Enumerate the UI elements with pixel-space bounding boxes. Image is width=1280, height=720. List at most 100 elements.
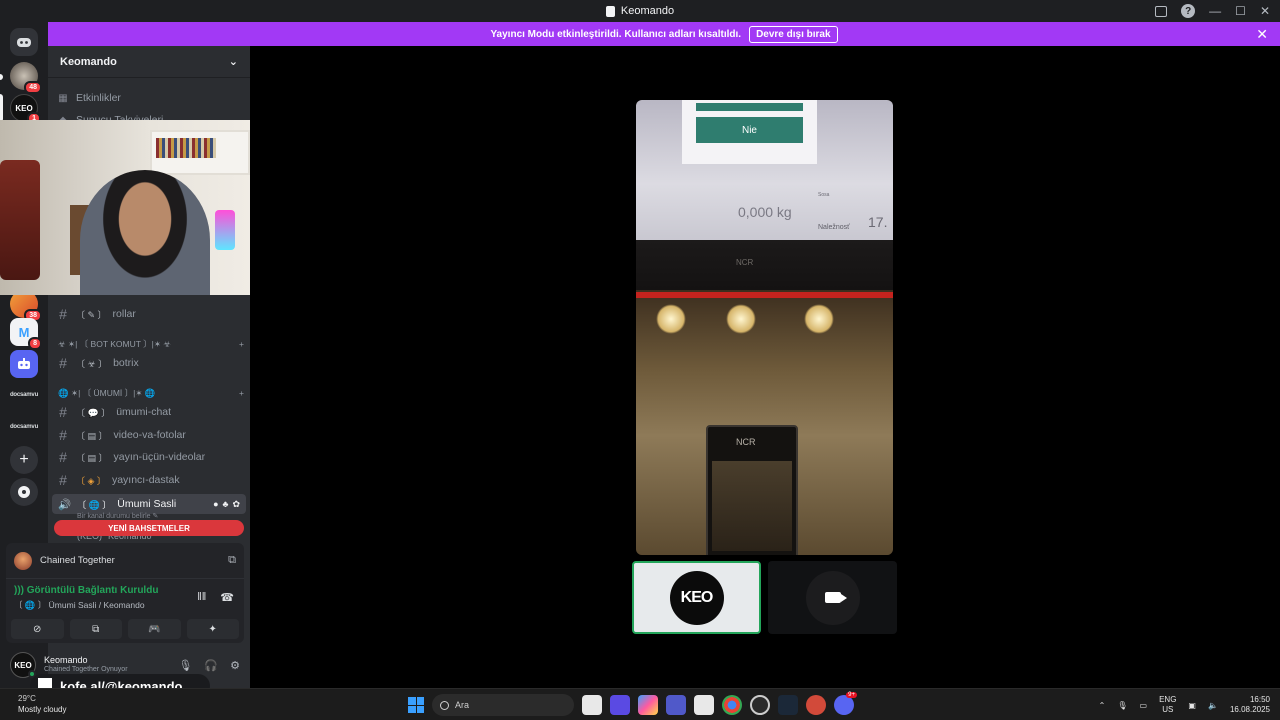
weather-widget[interactable]: 29°C Mostly cloudy [18, 693, 66, 715]
payment-terminal: NCR [706, 425, 798, 555]
add-channel-icon[interactable]: + [239, 388, 244, 398]
main-video-stream[interactable]: Nie Sosa 0,000 kg Naležnosť 17. NCR NCR [636, 100, 893, 555]
activity-row[interactable]: Chained Together ⧉ [6, 543, 244, 579]
category-umumi[interactable]: 🌐 ✶| 〔 ÜMUMİ 〕|✶ 🌐 + [58, 386, 244, 400]
channel-status-hint[interactable]: Bir kanal durumu belirle ✎ [77, 512, 158, 520]
volume-icon[interactable]: 🔈 [1208, 701, 1218, 710]
participant-tile-keomando[interactable]: KEO [632, 561, 761, 634]
home-button[interactable] [10, 28, 38, 56]
gear-icon[interactable]: ✿ [232, 499, 240, 510]
server-label[interactable]: docsamvu [4, 392, 44, 398]
obs-icon[interactable] [750, 695, 770, 715]
add-server-icon[interactable]: + [10, 446, 38, 474]
voice-action-buttons: ⊘ ⧉ 🎮 ✦ [6, 613, 244, 645]
weather-temp: 29°C [18, 694, 36, 703]
chevron-down-icon: ⌄ [228, 56, 238, 68]
teams-icon[interactable] [666, 695, 686, 715]
server-name: Keomando [60, 55, 117, 68]
lamp [656, 304, 686, 334]
channel-rollar[interactable]: # 〔 ✎ 〕 rollar [56, 304, 244, 324]
minimize-button[interactable]: — [1209, 4, 1221, 18]
network-icon[interactable]: ▣ [1188, 701, 1196, 710]
channel-yayinci-dastak[interactable]: # 〔 ◈ 〕 yayıncı-dastak [56, 470, 244, 490]
activities-button[interactable]: 🎮 [128, 619, 181, 639]
soundboard-button[interactable]: ✦ [186, 619, 239, 639]
search-icon [440, 700, 449, 710]
disconnect-icon[interactable]: ☎ [220, 591, 234, 604]
windows-start-icon[interactable] [408, 697, 424, 713]
streamer [80, 170, 210, 295]
maximize-button[interactable]: ☐ [1235, 4, 1246, 18]
hash-icon: # [59, 472, 67, 488]
help-icon[interactable]: ? [1181, 4, 1196, 18]
microphone-icon[interactable]: 🎙 [178, 659, 192, 672]
channel-umumi-chat[interactable]: # 〔 💬 〕 ümumi-chat [56, 402, 244, 422]
chat-bubble-icon[interactable]: ● [213, 499, 218, 510]
channel-yayin-ucun-videolar[interactable]: # 〔 ▤ 〕 yayın-üçün-videolar [56, 447, 244, 467]
film-icon: 〔 ▤ 〕 [76, 430, 108, 441]
headphones-icon[interactable]: 🎧 [204, 659, 218, 672]
store-icon[interactable] [694, 695, 714, 715]
server-icon-keo[interactable]: KEO 1 [10, 94, 41, 125]
server-icon-1[interactable]: 48 [10, 62, 42, 94]
language-indicator[interactable]: ENG US [1159, 695, 1176, 715]
category-bot-komut[interactable]: ☣ ✶| 〔 BOT KOMUT 〕|✶ ☣ + [58, 337, 244, 351]
category-label: 🌐 ✶| 〔 ÜMUMİ 〕|✶ 🌐 [58, 388, 156, 398]
brand-label: NCR [736, 258, 754, 267]
server-header[interactable]: Keomando ⌄ [48, 46, 250, 78]
chevron-up-icon[interactable]: ⌃ [1099, 701, 1106, 710]
amount-label: Naležnosť [818, 224, 850, 231]
settings-gear-icon[interactable]: ⚙ [230, 659, 240, 672]
mic-tray-icon[interactable]: 🎙 [1117, 701, 1127, 710]
kiosk-bezel: NCR [636, 240, 893, 290]
user-avatar[interactable]: KEO [10, 652, 36, 678]
clock[interactable]: 16:50 16.08.2025 [1230, 695, 1270, 715]
game-app-icon[interactable] [806, 695, 826, 715]
new-mentions-pill[interactable]: YENİ BAHSETMELER [54, 520, 244, 536]
discord-taskbar-icon[interactable]: 9+ [834, 692, 857, 715]
banner-close-icon[interactable]: ✕ [1256, 26, 1268, 43]
lamp [726, 304, 756, 334]
server-icon-bot[interactable] [10, 350, 38, 378]
server-label[interactable]: docsamvu [4, 424, 44, 430]
keyboard-icon[interactable]: ▭ [1140, 701, 1148, 710]
streamer-mode-banner: Yayıncı Modu etkinleştirildi. Kullanıcı … [48, 22, 1280, 46]
selected-pill [0, 94, 3, 122]
disable-streamer-mode-button[interactable]: Devre dışı bırak [749, 25, 838, 43]
app-icon[interactable] [610, 695, 630, 715]
calendar-icon: ▦ [58, 92, 68, 104]
steam-icon[interactable] [778, 695, 798, 715]
participant-tile-camera[interactable] [768, 561, 897, 634]
server-icon-m[interactable]: M 8 [10, 318, 42, 350]
film-icon: 〔 ▤ 〕 [76, 452, 108, 463]
channel-video-va-fotolar[interactable]: # 〔 ▤ 〕 video-va-fotolar [56, 425, 244, 445]
task-view-icon[interactable] [582, 695, 602, 715]
amount-value: 17. [868, 214, 888, 230]
screen-share-button[interactable]: ⧉ [69, 619, 122, 639]
webcam-overlay [0, 120, 251, 295]
screen-share-icon[interactable]: ⧉ [228, 554, 236, 567]
channel-label: yayın-üçün-videolar [113, 451, 206, 463]
keo-logo: KEO [669, 570, 724, 625]
explore-icon[interactable] [10, 478, 38, 506]
inbox-icon[interactable] [1155, 5, 1168, 17]
category-label: ☣ ✶| 〔 BOT KOMUT 〕|✶ ☣ [58, 339, 171, 349]
hash-icon: # [59, 427, 67, 443]
voice-channel-umumi-sasli[interactable]: 🔊 〔 🌐 〕 Ümumi Sasli ● ♣ ✿ [52, 494, 246, 514]
taskbar-search[interactable]: Ara [432, 694, 574, 716]
noise-suppression-icon[interactable]: ‖‖ [197, 591, 206, 604]
discord-window: Keomando ? — ☐ ✕ Yayıncı Modu etkinleşti… [0, 0, 1280, 720]
add-channel-icon[interactable]: + [239, 339, 244, 349]
camera-off-button[interactable]: ⊘ [11, 619, 64, 639]
screen-button: Nie [696, 117, 803, 143]
copilot-icon[interactable] [638, 695, 658, 715]
close-window-button[interactable]: ✕ [1260, 4, 1270, 18]
events-item[interactable]: ▦ Etkinlikler [56, 88, 244, 108]
chrome-icon[interactable] [722, 695, 742, 715]
compass-icon [18, 486, 30, 498]
search-placeholder: Ara [455, 700, 470, 710]
lamp [804, 304, 834, 334]
hash-icon: # [59, 355, 67, 371]
channel-botrix[interactable]: # 〔 ☣ 〕 botrix [56, 353, 244, 373]
invite-icon[interactable]: ♣ [223, 499, 229, 510]
